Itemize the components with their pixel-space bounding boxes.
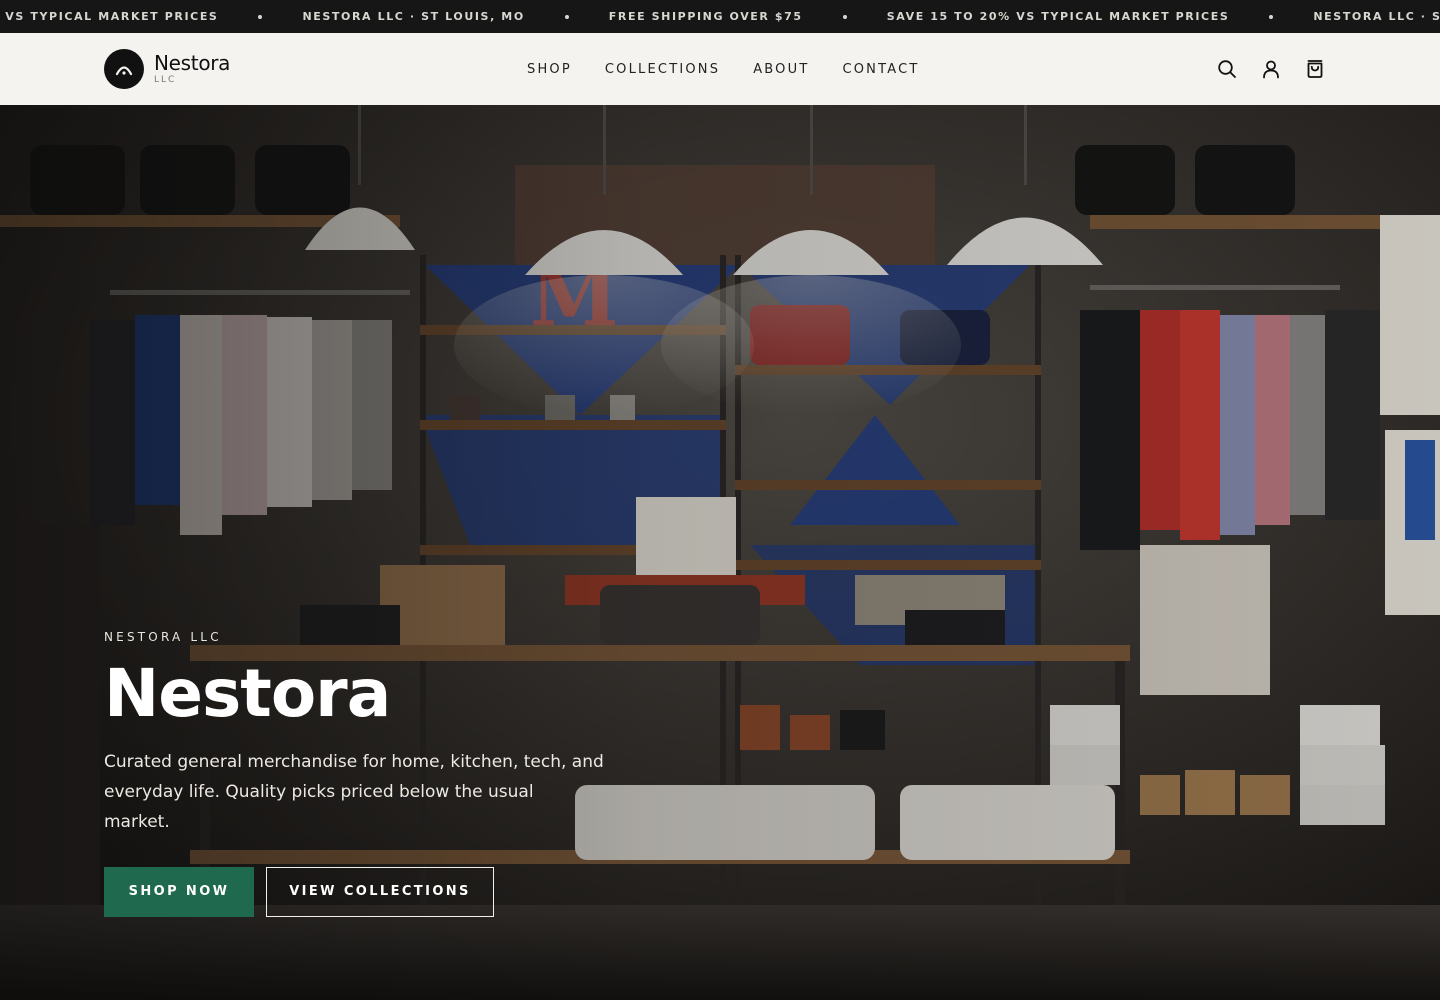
announcement-item: NESTORA LLC · ST LOUIS, MO	[1313, 10, 1440, 23]
announcement-separator	[564, 14, 569, 19]
view-collections-button[interactable]: VIEW COLLECTIONS	[266, 866, 494, 917]
brand-subtitle: LLC	[154, 75, 177, 85]
announcement-item: SAVE 15 TO 20% VS TYPICAL MARKET PRICES	[886, 10, 1230, 23]
announcement-item: NESTORA LLC · ST LOUIS, MO	[302, 10, 525, 23]
hero-cta-row: SHOP NOW VIEW COLLECTIONS	[104, 866, 664, 917]
nav-shop[interactable]: SHOP	[527, 62, 572, 77]
nav-contact[interactable]: CONTACT	[842, 62, 919, 77]
site-header: Nestora LLC SHOP COLLECTIONS ABOUT CONTA…	[0, 33, 1440, 105]
hero-description: Curated general merchandise for home, ki…	[104, 751, 604, 832]
announcement-separator	[258, 14, 263, 19]
announcement-separator	[1269, 14, 1274, 19]
shop-now-button[interactable]: SHOP NOW	[104, 866, 254, 917]
nav-about[interactable]: ABOUT	[753, 62, 809, 77]
main-nav: SHOP COLLECTIONS ABOUT CONTACT	[527, 33, 953, 105]
announcement-track: 0% VS TYPICAL MARKET PRICES NESTORA LLC …	[0, 0, 1440, 33]
announcement-separator	[842, 14, 847, 19]
hero-section: M	[0, 105, 1440, 1000]
hero-eyebrow: NESTORA LLC	[104, 630, 222, 644]
header-icons	[1194, 33, 1326, 105]
announcement-item: FREE SHIPPING OVER $75	[608, 10, 803, 23]
announcement-bar: 0% VS TYPICAL MARKET PRICES NESTORA LLC …	[0, 0, 1440, 33]
brand-mark-icon	[104, 49, 144, 89]
cart-icon[interactable]	[1304, 58, 1326, 80]
brand-text: Nestora LLC	[154, 53, 230, 85]
account-icon[interactable]	[1260, 58, 1282, 80]
hero-content: NESTORA LLC Nestora Curated general merc…	[104, 630, 664, 917]
brand-logo-link[interactable]: Nestora LLC	[104, 49, 230, 89]
brand-name: Nestora	[154, 51, 231, 75]
announcement-item: 0% VS TYPICAL MARKET PRICES	[0, 10, 219, 23]
search-icon[interactable]	[1216, 58, 1238, 80]
nav-collections[interactable]: COLLECTIONS	[605, 62, 720, 77]
hero-title: Nestora	[104, 655, 391, 732]
